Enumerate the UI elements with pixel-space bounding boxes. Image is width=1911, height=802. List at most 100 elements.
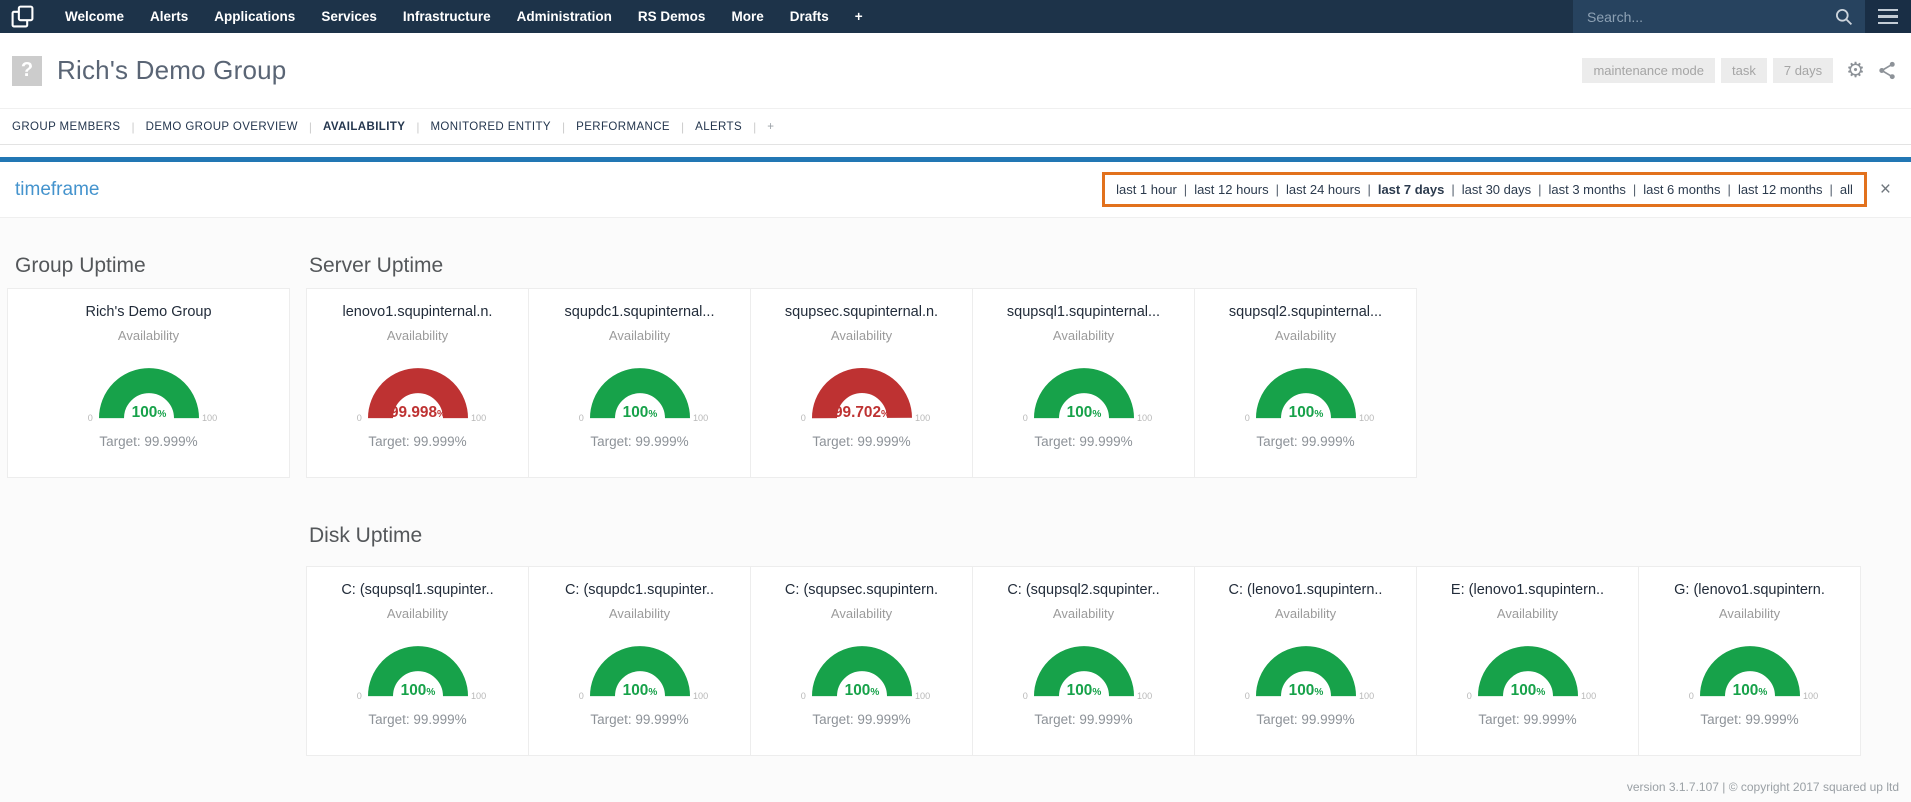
maintenance-mode-button[interactable]: maintenance mode bbox=[1582, 58, 1715, 83]
availability-gauge: 010099.702% bbox=[787, 347, 937, 428]
timeframe-option-last-30-days[interactable]: last 30 days bbox=[1462, 182, 1531, 197]
gauge-card[interactable]: C: (squpsql2.squpinter..Availability0100… bbox=[972, 566, 1195, 756]
settings-button[interactable]: ⚙ bbox=[1846, 60, 1865, 81]
metric-label: Availability bbox=[751, 606, 972, 621]
gauge-card[interactable]: C: (lenovo1.squpintern..Availability0100… bbox=[1194, 566, 1417, 756]
target-label: Target: 99.999% bbox=[1417, 712, 1638, 727]
menu-button[interactable] bbox=[1865, 0, 1911, 33]
gauge-min-label: 0 bbox=[800, 691, 805, 701]
nav-item--[interactable]: + bbox=[842, 0, 876, 33]
gauge-card[interactable]: E: (lenovo1.squpintern..Availability0100… bbox=[1416, 566, 1639, 756]
gauge-card[interactable]: Rich's Demo GroupAvailability0100100%Tar… bbox=[7, 288, 290, 478]
section-title: Disk Uptime bbox=[309, 524, 1911, 548]
timeframe-option-all[interactable]: all bbox=[1840, 182, 1853, 197]
nav-item-welcome[interactable]: Welcome bbox=[52, 0, 137, 33]
target-label: Target: 99.999% bbox=[307, 712, 528, 727]
dashboard-tabs: GROUP MEMBERS | DEMO GROUP OVERVIEW | AVAILA… bbox=[0, 108, 1911, 145]
gauge-value: 100% bbox=[1066, 404, 1101, 421]
metric-label: Availability bbox=[973, 328, 1194, 343]
nav-item-more[interactable]: More bbox=[718, 0, 776, 33]
tab-availability[interactable]: AVAILABILITY bbox=[323, 121, 405, 133]
gauge-min-label: 0 bbox=[356, 691, 361, 701]
nav-item-services[interactable]: Services bbox=[308, 0, 390, 33]
timeframe-option-last-1-hour[interactable]: last 1 hour bbox=[1116, 182, 1177, 197]
entity-name: squpsec.squpinternal.n. bbox=[751, 304, 972, 320]
share-button[interactable] bbox=[1878, 61, 1897, 80]
tab-group-members[interactable]: GROUP MEMBERS bbox=[12, 121, 121, 133]
search-icon[interactable] bbox=[1835, 8, 1853, 26]
tab-alerts[interactable]: ALERTS bbox=[695, 121, 742, 133]
gauge-value: 100% bbox=[1066, 682, 1101, 699]
timeframe-option-last-12-hours[interactable]: last 12 hours bbox=[1194, 182, 1268, 197]
timeframe-option-last-3-months[interactable]: last 3 months bbox=[1549, 182, 1626, 197]
tab-separator: | bbox=[309, 120, 312, 134]
gauge-max-label: 100 bbox=[470, 691, 485, 701]
nav-item-administration[interactable]: Administration bbox=[504, 0, 625, 33]
gauge-min-label: 0 bbox=[800, 413, 805, 423]
gauge-card[interactable]: G: (lenovo1.squpintern.Availability01001… bbox=[1638, 566, 1861, 756]
nav-menu: WelcomeAlertsApplicationsServicesInfrast… bbox=[52, 0, 876, 33]
share-icon bbox=[1878, 61, 1897, 80]
help-icon: ? bbox=[12, 56, 42, 86]
timeframe-separator: | bbox=[1829, 182, 1832, 197]
task-button[interactable]: task bbox=[1721, 58, 1767, 83]
tab-performance[interactable]: PERFORMANCE bbox=[576, 121, 670, 133]
nav-item-drafts[interactable]: Drafts bbox=[777, 0, 842, 33]
gear-icon: ⚙ bbox=[1846, 60, 1865, 81]
metric-label: Availability bbox=[1639, 606, 1860, 621]
gauge-min-label: 0 bbox=[1022, 413, 1027, 423]
gauge-value: 100% bbox=[1510, 682, 1545, 699]
timeframe-separator: | bbox=[1451, 182, 1454, 197]
metric-label: Availability bbox=[751, 328, 972, 343]
entity-name: lenovo1.squpinternal.n. bbox=[307, 304, 528, 320]
gauge-max-label: 100 bbox=[470, 413, 485, 423]
tab-demo-group-overview[interactable]: DEMO GROUP OVERVIEW bbox=[146, 121, 298, 133]
tab-add[interactable]: + bbox=[767, 121, 774, 133]
availability-gauge: 0100100% bbox=[565, 625, 715, 706]
gauge-card[interactable]: squpdc1.squpinternal...Availability01001… bbox=[528, 288, 751, 478]
nav-item-rs-demos[interactable]: RS Demos bbox=[625, 0, 719, 33]
timeframe-separator: | bbox=[1728, 182, 1731, 197]
section-title: Group Uptime bbox=[15, 254, 290, 278]
timeframe-option-last-6-months[interactable]: last 6 months bbox=[1643, 182, 1720, 197]
gauge-max-label: 100 bbox=[692, 691, 707, 701]
gauge-card[interactable]: squpsec.squpinternal.n.Availability01009… bbox=[750, 288, 973, 478]
gauge-card[interactable]: squpsql2.squpinternal...Availability0100… bbox=[1194, 288, 1417, 478]
hamburger-icon bbox=[1878, 9, 1898, 12]
timeframe-option-last-7-days[interactable]: last 7 days bbox=[1378, 182, 1445, 197]
target-label: Target: 99.999% bbox=[529, 434, 750, 449]
gauge-card[interactable]: C: (squpsec.squpintern.Availability01001… bbox=[750, 566, 973, 756]
squaredup-logo-icon[interactable] bbox=[10, 4, 35, 29]
gauge-value: 100% bbox=[844, 682, 879, 699]
gauge-card-row: C: (squpsql1.squpinter..Availability0100… bbox=[306, 566, 1911, 756]
timeframe-option-last-12-months[interactable]: last 12 months bbox=[1738, 182, 1823, 197]
nav-item-applications[interactable]: Applications bbox=[201, 0, 308, 33]
tab-separator: | bbox=[132, 120, 135, 134]
timeframe-button[interactable]: 7 days bbox=[1773, 58, 1833, 83]
footer-text: version 3.1.7.107 | © copyright 2017 squ… bbox=[1627, 780, 1899, 794]
gauge-max-label: 100 bbox=[914, 413, 929, 423]
availability-gauge: 0100100% bbox=[565, 347, 715, 428]
target-label: Target: 99.999% bbox=[1195, 712, 1416, 727]
nav-item-alerts[interactable]: Alerts bbox=[137, 0, 201, 33]
gauge-card[interactable]: C: (squpdc1.squpinter..Availability01001… bbox=[528, 566, 751, 756]
target-label: Target: 99.999% bbox=[751, 712, 972, 727]
tab-monitored-entity[interactable]: MONITORED ENTITY bbox=[430, 121, 551, 133]
metric-label: Availability bbox=[1417, 606, 1638, 621]
availability-gauge: 0100100% bbox=[1231, 347, 1381, 428]
gauge-card[interactable]: C: (squpsql1.squpinter..Availability0100… bbox=[306, 566, 529, 756]
section-title: Server Uptime bbox=[309, 254, 1417, 278]
gauge-card-row: lenovo1.squpinternal.n.Availability01009… bbox=[306, 288, 1417, 478]
gauge-max-label: 100 bbox=[1136, 413, 1151, 423]
gauge-card[interactable]: lenovo1.squpinternal.n.Availability01009… bbox=[306, 288, 529, 478]
entity-name: C: (squpsec.squpintern. bbox=[751, 582, 972, 598]
timeframe-separator: | bbox=[1367, 182, 1370, 197]
entity-name: C: (squpsql1.squpinter.. bbox=[307, 582, 528, 598]
gauge-min-label: 0 bbox=[1466, 691, 1471, 701]
gauge-card[interactable]: squpsql1.squpinternal...Availability0100… bbox=[972, 288, 1195, 478]
timeframe-close-button[interactable]: × bbox=[1880, 180, 1891, 199]
nav-right bbox=[1573, 0, 1911, 33]
nav-item-infrastructure[interactable]: Infrastructure bbox=[390, 0, 504, 33]
search-input[interactable] bbox=[1587, 9, 1835, 25]
timeframe-option-last-24-hours[interactable]: last 24 hours bbox=[1286, 182, 1360, 197]
